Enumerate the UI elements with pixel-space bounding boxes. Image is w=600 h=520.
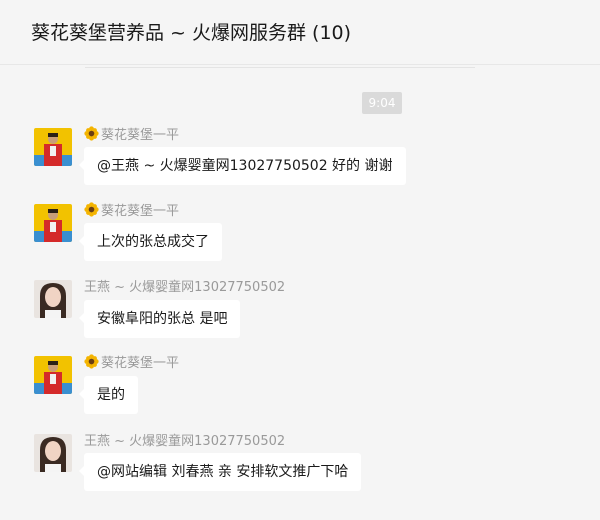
sender-name: 葵花葵堡一平 (84, 352, 179, 371)
sender-label: 王燕 ~ 火爆婴童网13027750502 (84, 434, 286, 449)
avatar[interactable] (34, 434, 72, 472)
message-bubble[interactable]: @网站编辑 刘春燕 亲 安排软文推广下哈 (78, 453, 362, 491)
sender-label: 葵花葵堡一平 (101, 128, 180, 143)
sunflower-icon (84, 202, 99, 217)
sender-name: 王燕 ~ 火爆婴童网13027750502 (84, 430, 285, 449)
message-bubble[interactable]: 是的 (79, 376, 138, 414)
message-bubble[interactable]: 安徽阜阳的张总 是吧 (78, 300, 241, 338)
avatar[interactable] (34, 204, 72, 242)
chat-title[interactable]: 葵花葵堡营养品 ~ 火爆网服务群 (10) (31, 18, 351, 45)
sunflower-icon (84, 126, 99, 141)
time-divider: 9:04 (362, 92, 402, 114)
woman-portrait-avatar (34, 280, 72, 318)
man-red-jacket-avatar (34, 356, 72, 394)
message-bubble[interactable]: @王燕 ~ 火爆婴童网13027750502 好的 谢谢 (79, 147, 406, 185)
sender-name: 葵花葵堡一平 (84, 124, 179, 143)
sender-label: 葵花葵堡一平 (101, 204, 180, 219)
avatar[interactable] (34, 356, 72, 394)
message-bubble[interactable]: 上次的张总成交了 (79, 223, 222, 261)
avatar[interactable] (34, 280, 72, 318)
avatar[interactable] (34, 128, 72, 166)
man-red-jacket-avatar (34, 204, 72, 242)
sender-label: 葵花葵堡一平 (101, 356, 180, 371)
sender-label: 王燕 ~ 火爆婴童网13027750502 (84, 280, 286, 295)
sender-name: 葵花葵堡一平 (84, 200, 179, 219)
sender-name: 王燕 ~ 火爆婴童网13027750502 (84, 276, 285, 295)
man-red-jacket-avatar (34, 128, 72, 166)
sunflower-icon (84, 354, 99, 369)
message-list-top-edge (85, 64, 475, 68)
chat-header: 葵花葵堡营养品 ~ 火爆网服务群 (10) (0, 0, 600, 65)
woman-portrait-avatar (34, 434, 72, 472)
